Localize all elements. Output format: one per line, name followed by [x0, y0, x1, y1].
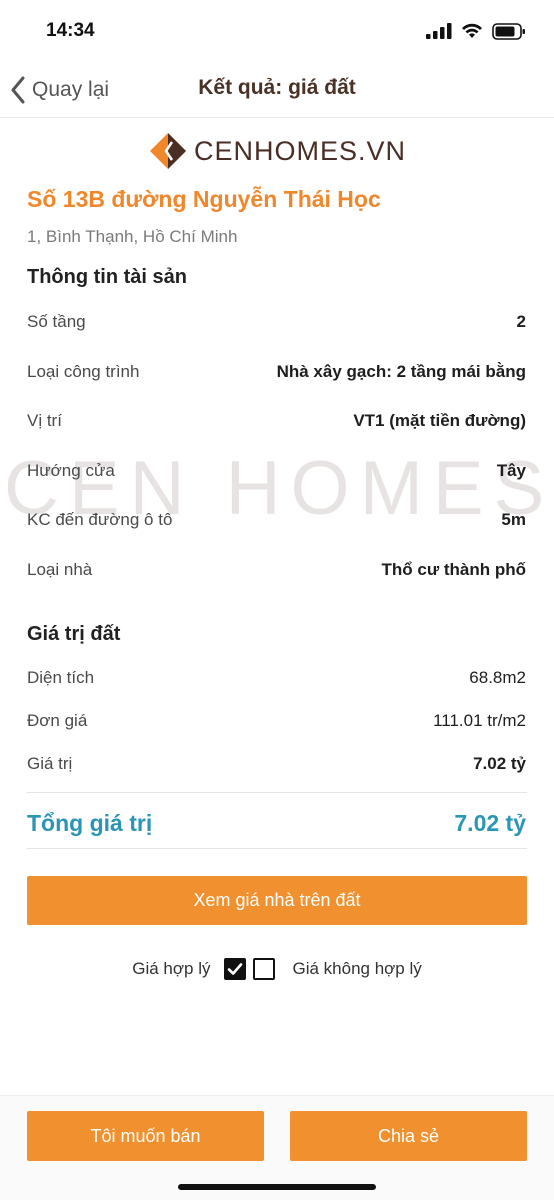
reasonable-price-label: Giá hợp lý [132, 959, 211, 978]
row-label: Hướng cửa [27, 461, 115, 480]
info-row-house-type: Loại nhà Thổ cư thành phố [27, 558, 526, 582]
land-row-unit-price: Đơn giá 111.01 tr/m2 [27, 709, 526, 733]
land-row-value: Giá trị 7.02 tỷ [27, 752, 526, 776]
total-value: 7.02 tỷ [454, 809, 526, 836]
view-house-price-button[interactable]: Xem giá nhà trên đất [27, 876, 527, 925]
row-label: Số tầng [27, 312, 86, 331]
nav-bar: Quay lại Kết quả: giá đất [0, 62, 554, 118]
section-title-property: Thông tin tài sản [27, 266, 187, 288]
total-label: Tổng giá trị [27, 809, 153, 836]
want-to-sell-button[interactable]: Tôi muốn bán [27, 1111, 264, 1161]
row-label: KC đến đường ô tô [27, 510, 173, 529]
share-button[interactable]: Chia sẻ [290, 1111, 527, 1161]
total-value-row: Tổng giá trị 7.02 tỷ [27, 806, 526, 840]
unreasonable-price-checkbox[interactable] [253, 958, 276, 980]
row-value: 5m [501, 510, 526, 529]
row-label: Vị trí [27, 411, 62, 430]
section-title-land-value: Giá trị đất [27, 623, 121, 645]
info-row-location: Vị trí VT1 (mặt tiền đường) [27, 409, 526, 433]
row-label: Diện tích [27, 668, 95, 687]
row-value: 111.01 tr/m2 [433, 711, 526, 730]
address-subtitle: 1, Bình Thạnh, Hồ Chí Minh [27, 227, 238, 246]
address-title: Số 13B đường Nguyễn Thái Học [27, 186, 381, 212]
battery-icon [492, 22, 525, 40]
page-title: Kết quả: giá đất [0, 76, 554, 100]
signal-icon [426, 23, 452, 39]
row-label: Đơn giá [27, 711, 88, 730]
row-value: Thổ cư thành phố [381, 560, 526, 579]
status-icons [426, 22, 526, 40]
divider [27, 792, 527, 793]
row-label: Loại công trình [27, 362, 140, 381]
info-row-building-type: Loại công trình Nhà xây gạch: 2 tầng mái… [27, 360, 526, 384]
wifi-icon [462, 23, 482, 38]
row-value: 68.8m2 [469, 668, 526, 687]
info-row-road-distance: KC đến đường ô tô 5m [27, 508, 526, 532]
land-row-area: Diện tích 68.8m2 [27, 666, 526, 690]
checkmark-icon [228, 963, 243, 975]
row-value: 7.02 tỷ [473, 754, 526, 773]
row-value: VT1 (mặt tiền đường) [353, 411, 526, 430]
reasonable-price-checkbox[interactable] [224, 958, 247, 980]
status-bar: 14:34 [0, 0, 554, 62]
price-rating: Giá hợp lý Giá không hợp lý [0, 955, 554, 983]
info-row-door-direction: Hướng cửa Tây [27, 459, 526, 483]
row-value: Nhà xây gạch: 2 tầng mái bằng [276, 362, 526, 381]
status-time: 14:34 [46, 20, 95, 41]
row-value: 2 [516, 312, 526, 331]
info-row-floors: Số tầng 2 [27, 310, 526, 334]
row-label: Giá trị [27, 754, 73, 773]
unreasonable-price-label: Giá không hợp lý [292, 959, 422, 978]
row-value: Tây [496, 461, 526, 480]
home-indicator[interactable] [178, 1184, 376, 1190]
row-label: Loại nhà [27, 560, 93, 579]
brand-logo: CENHOMES.VN [0, 130, 554, 172]
logo-mark-icon [149, 133, 186, 169]
logo-text: CENHOMES.VN [193, 135, 407, 166]
divider [27, 848, 527, 849]
page-title-text: Kết quả: giá đất [198, 76, 356, 99]
bottom-action-bar: Tôi muốn bán Chia sẻ [0, 1095, 554, 1200]
